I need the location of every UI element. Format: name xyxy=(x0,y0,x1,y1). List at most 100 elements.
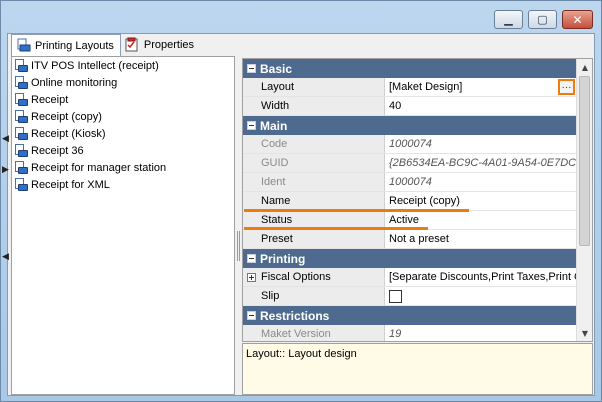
receipt-layout-icon xyxy=(14,143,28,158)
tree-item[interactable]: Online monitoring xyxy=(12,74,234,91)
property-value-layout[interactable]: [Maket Design] ··· xyxy=(385,78,577,96)
scroll-up-icon[interactable]: ▲ xyxy=(577,59,592,75)
tree-item-label: Receipt 36 xyxy=(31,144,84,157)
tab-label: Properties xyxy=(143,38,195,51)
receipt-layout-icon xyxy=(14,58,28,73)
maximize-button[interactable]: ▢ xyxy=(528,10,557,29)
collapse-icon[interactable] xyxy=(243,249,260,268)
property-name: Width xyxy=(243,97,385,115)
property-value: 19 xyxy=(389,328,402,340)
property-name: Maket Version xyxy=(243,325,385,341)
properties-icon xyxy=(125,37,140,52)
property-row-code[interactable]: Code 1000074 xyxy=(243,135,577,154)
property-value[interactable]: 40 xyxy=(385,97,577,115)
panel-splitter[interactable] xyxy=(235,56,242,395)
property-row-layout[interactable]: Layout [Maket Design] ··· xyxy=(243,78,577,97)
expand-right-arrow-icon[interactable]: ▶ xyxy=(2,165,9,175)
property-value: [Maket Design] xyxy=(389,81,463,93)
property-grid[interactable]: Basic Layout [Maket Design] ··· Width 40… xyxy=(242,58,593,342)
property-row-maket-version[interactable]: Maket Version 19 xyxy=(243,325,577,341)
splitter-grip[interactable] xyxy=(237,231,240,261)
property-row-fiscal-options[interactable]: Fiscal Options [Separate Discounts,Print… xyxy=(243,268,577,287)
property-name: Layout xyxy=(243,78,385,96)
property-value: {2B6534EA-BC9C-4A01-9A54-0E7DCF xyxy=(389,157,577,169)
property-name: Name xyxy=(243,192,385,210)
tree-item-label: Receipt xyxy=(31,93,69,106)
receipt-layout-icon xyxy=(14,126,28,141)
property-value-slip[interactable] xyxy=(385,287,577,305)
property-row-slip[interactable]: Slip xyxy=(243,287,577,306)
vertical-scrollbar[interactable]: ▲ ▼ xyxy=(576,59,592,341)
minimize-icon: ▁ xyxy=(504,13,513,26)
category-title: Restrictions xyxy=(260,308,330,323)
ellipsis-button[interactable]: ··· xyxy=(558,79,575,95)
tree-item-label: Online monitoring xyxy=(31,76,118,89)
collapse-left-arrow-icon[interactable]: ◀ xyxy=(2,134,9,144)
tree-item[interactable]: Receipt for manager station xyxy=(12,159,234,176)
collapse-icon[interactable] xyxy=(243,59,260,78)
property-row-preset[interactable]: Preset Not a preset xyxy=(243,230,577,249)
tree-item-label: ITV POS Intellect (receipt) xyxy=(31,59,159,72)
description-panel: Layout:: Layout design xyxy=(242,343,593,395)
category-main[interactable]: Main xyxy=(243,116,577,135)
category-printing[interactable]: Printing xyxy=(243,249,577,268)
property-row-ident[interactable]: Ident 1000074 xyxy=(243,173,577,192)
tree-item[interactable]: Receipt (Kiosk) xyxy=(12,125,234,142)
description-text: Layout:: Layout design xyxy=(246,348,357,360)
window-frame: ▁ ▢ ✕ Printing Layouts Properties ◀ ▶ ◀ … xyxy=(0,0,602,402)
slip-checkbox[interactable] xyxy=(389,289,402,303)
property-value[interactable]: [Separate Discounts,Print Taxes,Print C xyxy=(385,268,577,286)
scroll-down-icon[interactable]: ▼ xyxy=(577,325,592,341)
receipt-layout-icon xyxy=(14,177,28,192)
tab-properties[interactable]: Properties xyxy=(121,34,200,55)
property-row-guid[interactable]: GUID {2B6534EA-BC9C-4A01-9A54-0E7DCF xyxy=(243,154,577,173)
property-name: Ident xyxy=(243,173,385,191)
property-name: Slip xyxy=(243,287,385,305)
property-name: Preset xyxy=(243,230,385,248)
property-value[interactable]: Receipt (copy) xyxy=(385,192,577,210)
side-collapse-strip: ◀ ▶ ◀ xyxy=(1,56,11,395)
tree-item[interactable]: Receipt xyxy=(12,91,234,108)
tree-item-selected[interactable]: Receipt (copy) xyxy=(12,108,234,125)
category-title: Printing xyxy=(260,251,306,266)
collapse-icon[interactable] xyxy=(243,116,260,135)
receipt-layout-icon xyxy=(14,160,28,175)
maximize-icon: ▢ xyxy=(537,13,548,26)
highlight-underline-status xyxy=(244,227,428,230)
property-name: Code xyxy=(243,135,385,153)
expand-plus-icon[interactable] xyxy=(247,273,256,282)
property-name: GUID xyxy=(243,154,385,172)
tree-item-label: Receipt for XML xyxy=(31,178,110,191)
category-title: Basic xyxy=(260,61,293,76)
property-name: Fiscal Options xyxy=(243,268,385,286)
property-value[interactable]: Not a preset xyxy=(385,230,577,248)
printing-layouts-icon xyxy=(16,38,31,53)
collapse-left-arrow-icon[interactable]: ◀ xyxy=(2,252,9,262)
category-restrictions[interactable]: Restrictions xyxy=(243,306,577,325)
category-basic[interactable]: Basic xyxy=(243,59,577,78)
tree-item[interactable]: ITV POS Intellect (receipt) xyxy=(12,57,234,74)
close-icon: ✕ xyxy=(572,12,583,27)
tab-printing-layouts[interactable]: Printing Layouts xyxy=(11,34,121,56)
tab-strip: Printing Layouts Properties xyxy=(11,34,200,56)
property-row-width[interactable]: Width 40 xyxy=(243,97,577,116)
receipt-layout-icon xyxy=(14,75,28,90)
tree-item-label: Receipt (Kiosk) xyxy=(31,127,106,140)
minimize-button[interactable]: ▁ xyxy=(494,10,523,29)
receipt-layout-icon xyxy=(14,109,28,124)
tab-label: Printing Layouts xyxy=(35,39,114,52)
layouts-tree[interactable]: ITV POS Intellect (receipt) Online monit… xyxy=(11,56,235,395)
property-name-label: Fiscal Options xyxy=(261,271,331,283)
property-value: 1000074 xyxy=(389,176,432,188)
category-title: Main xyxy=(260,118,288,133)
collapse-icon[interactable] xyxy=(243,306,260,325)
tree-item[interactable]: Receipt 36 xyxy=(12,142,234,159)
tree-item-label: Receipt for manager station xyxy=(31,161,167,174)
scrollbar-thumb[interactable] xyxy=(579,76,590,246)
tree-item[interactable]: Receipt for XML xyxy=(12,176,234,193)
close-button[interactable]: ✕ xyxy=(562,10,593,29)
property-grid-body: Basic Layout [Maket Design] ··· Width 40… xyxy=(243,59,577,341)
tree-item-label: Receipt (copy) xyxy=(31,110,102,123)
highlight-underline-name xyxy=(244,209,469,212)
property-value: 1000074 xyxy=(389,138,432,150)
